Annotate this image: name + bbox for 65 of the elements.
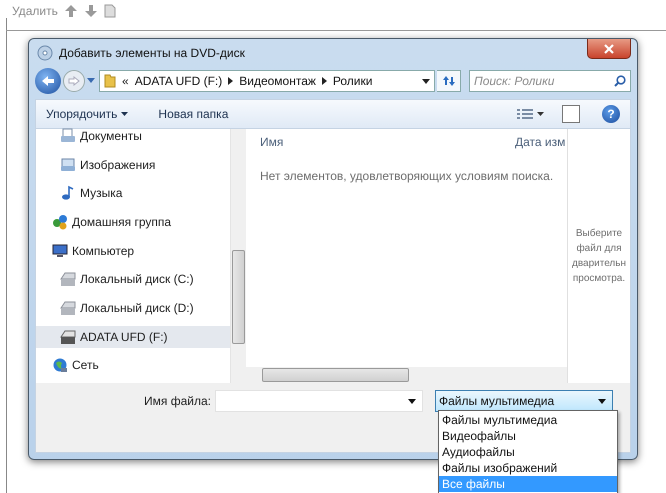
back-button[interactable] xyxy=(35,68,61,94)
disc-icon xyxy=(37,45,53,61)
up-arrow-icon[interactable] xyxy=(64,4,78,18)
computer-icon xyxy=(52,242,68,259)
address-bar[interactable]: « ADATA UFD (F:) Видеомонтаж Ролики xyxy=(99,70,435,92)
file-name-label: Имя файла: xyxy=(143,393,212,410)
homegroup-icon xyxy=(52,214,68,230)
folder-icon xyxy=(104,74,116,88)
refresh-arrows-icon xyxy=(442,75,456,87)
dropdown-option[interactable]: Видеофайлы xyxy=(439,428,617,444)
nav-item[interactable]: Локальный диск (D:) xyxy=(36,296,230,319)
dropdown-caret-icon xyxy=(598,398,606,404)
pictures-icon xyxy=(60,156,76,173)
refresh-button[interactable] xyxy=(437,70,461,92)
nav-item[interactable]: Домашняя группа xyxy=(36,210,230,233)
down-arrow-icon[interactable] xyxy=(84,4,98,18)
column-header[interactable]: Имя xyxy=(260,133,284,151)
right-arrow-icon xyxy=(68,76,80,86)
scroll-thumb[interactable] xyxy=(262,368,409,382)
file-type-select[interactable]: Файлы мультимедиа xyxy=(435,390,613,412)
window-title: Добавить элементы на DVD-диск xyxy=(59,45,245,62)
close-icon xyxy=(604,44,614,54)
disk-drive-icon xyxy=(60,300,76,316)
left-arrow-icon xyxy=(41,75,55,87)
breadcrumb-item[interactable]: ADATA UFD (F:) xyxy=(134,72,222,90)
overflow-chevron[interactable]: « xyxy=(122,72,129,90)
breadcrumb-item[interactable]: Видеомонтаж xyxy=(239,72,316,90)
pane-icon xyxy=(562,105,580,123)
dropdown-caret-icon[interactable] xyxy=(422,78,430,84)
dropdown-option[interactable]: Аудиофайлы xyxy=(439,444,617,460)
search-field[interactable]: Поиск: Ролики xyxy=(469,70,631,92)
organize-menu-button[interactable]: Упорядочить xyxy=(46,105,128,123)
breadcrumb-arrow-icon xyxy=(322,77,327,85)
dropdown-option[interactable]: Файлы изображений xyxy=(439,460,617,476)
new-folder-button[interactable]: Новая папка xyxy=(158,105,228,123)
nav-item[interactable]: Музыка xyxy=(36,182,230,204)
nav-item[interactable]: Локальный диск (C:) xyxy=(36,268,230,290)
search-icon xyxy=(614,75,626,87)
globe-icon xyxy=(52,357,68,374)
preview-pane-button[interactable] xyxy=(562,105,580,123)
help-button[interactable]: ? xyxy=(602,105,620,123)
view-menu-button[interactable] xyxy=(517,108,544,120)
empty-message: Нет элементов, удовлетворяющих условиям поиска. xyxy=(259,168,554,185)
close-button[interactable] xyxy=(587,39,631,59)
nav-item[interactable]: ADATA UFD (F:) xyxy=(36,326,230,348)
caret-icon xyxy=(121,112,128,116)
dropdown-caret-icon[interactable] xyxy=(408,398,416,404)
music-note-icon xyxy=(60,185,76,202)
breadcrumb-item[interactable]: Ролики xyxy=(332,72,372,90)
breadcrumb-arrow-icon xyxy=(228,77,234,85)
document-icon[interactable] xyxy=(104,4,116,18)
caret-icon xyxy=(537,112,544,116)
nav-item[interactable]: Изображения xyxy=(36,154,230,176)
vertical-scrollbar[interactable] xyxy=(230,129,246,383)
scroll-thumb[interactable] xyxy=(232,250,245,344)
nav-item[interactable]: Компьютер xyxy=(36,240,230,262)
file-name-field[interactable] xyxy=(215,390,423,412)
disk-drive-icon xyxy=(60,271,76,288)
forward-button[interactable] xyxy=(63,70,85,92)
list-view-icon xyxy=(517,108,533,120)
dropdown-option[interactable]: Файлы мультимедиа xyxy=(439,412,617,428)
nav-item[interactable]: Документы xyxy=(36,125,230,147)
nav-item[interactable]: Сеть xyxy=(36,354,230,376)
column-header[interactable]: Дата изм xyxy=(515,133,567,151)
drive-icon xyxy=(60,328,76,345)
